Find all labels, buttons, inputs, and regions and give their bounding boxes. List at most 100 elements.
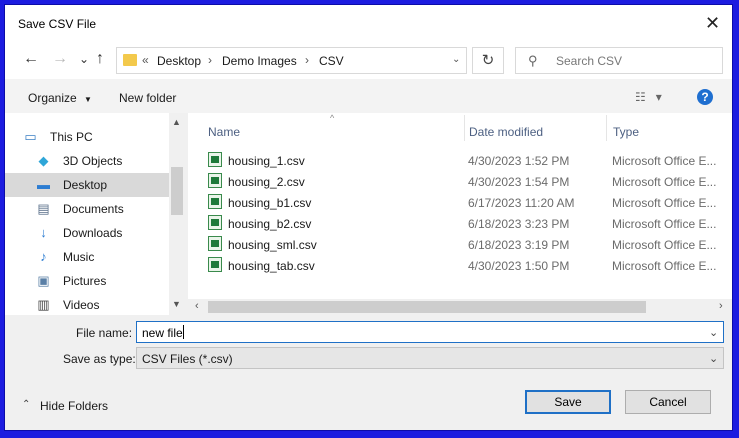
file-date-modified: 4/30/2023 1:50 PM — [468, 259, 570, 273]
sidebar-item-label: Music — [63, 250, 95, 264]
csv-file-icon — [208, 257, 222, 272]
chevron-down-icon[interactable]: ⌄ — [709, 326, 718, 339]
sidebar-item[interactable]: ▬ Desktop — [5, 173, 169, 197]
file-row[interactable]: housing_b2.csv 6/18/2023 3:23 PM Microsoft… — [208, 213, 732, 234]
column-divider[interactable] — [464, 115, 465, 141]
save-as-type-label: Save as type: — [63, 352, 136, 366]
breadcrumb-csv[interactable]: CSV — [319, 54, 344, 68]
sidebar-item-label: Downloads — [63, 226, 123, 240]
cube-icon: ◆ — [38, 153, 49, 168]
file-date-modified: 4/30/2023 1:54 PM — [468, 175, 570, 189]
csv-file-icon — [208, 236, 222, 251]
column-header-type[interactable]: Type — [613, 125, 639, 139]
scrollbar-thumb[interactable] — [208, 301, 646, 313]
file-date-modified: 6/18/2023 3:19 PM — [468, 238, 570, 252]
text-caret — [183, 325, 184, 339]
help-icon[interactable]: ? — [697, 89, 713, 105]
document-icon: ▤ — [37, 201, 50, 216]
scroll-down-icon[interactable]: ▼ — [172, 299, 181, 309]
scroll-right-icon[interactable]: › — [719, 300, 723, 312]
file-row[interactable]: housing_sml.csv 6/18/2023 3:19 PM Microsof… — [208, 234, 732, 255]
file-type: Microsoft Office E... — [612, 259, 717, 273]
refresh-button[interactable]: ↻ — [472, 47, 504, 74]
csv-file-icon — [208, 215, 222, 230]
download-icon: ↓ — [40, 225, 47, 240]
csv-file-icon — [208, 173, 222, 188]
new-folder-button[interactable]: New folder — [119, 91, 176, 105]
sidebar-item-label: This PC — [50, 130, 93, 144]
hide-folders-label: Hide Folders — [40, 399, 109, 413]
file-name-input[interactable]: new file ⌄ — [136, 321, 724, 343]
sort-ascending-icon: ^ — [330, 113, 335, 123]
sidebar-item[interactable]: ▤ Documents — [5, 197, 169, 221]
file-row[interactable]: housing_1.csv 4/30/2023 1:52 PM Microsoft … — [208, 150, 732, 171]
file-type: Microsoft Office E... — [612, 196, 717, 210]
address-overflow-icon[interactable]: « — [142, 53, 149, 67]
sidebar-item[interactable]: ▥ Videos — [5, 293, 169, 317]
sidebar-item-label: Videos — [63, 298, 100, 312]
sidebar-item[interactable]: ▭ This PC — [5, 125, 169, 149]
cancel-button[interactable]: Cancel — [625, 390, 711, 414]
column-divider[interactable] — [606, 115, 607, 141]
sidebar-item[interactable]: ▣ Pictures — [5, 269, 169, 293]
organize-menu-button[interactable]: Organize ▼ — [28, 91, 92, 105]
recent-locations-chevron-icon[interactable]: ⌄ — [79, 51, 89, 67]
folder-icon — [123, 54, 137, 66]
desktop-icon: ▬ — [37, 177, 50, 192]
file-type: Microsoft Office E... — [612, 238, 717, 252]
search-placeholder: Search CSV — [556, 54, 623, 68]
file-list-horizontal-scrollbar[interactable]: ‹ › — [188, 299, 732, 315]
dialog-title: Save CSV File — [18, 17, 97, 31]
search-box[interactable]: ⚲ Search CSV — [515, 47, 723, 74]
chevron-up-icon: ⌃ — [22, 399, 31, 410]
breadcrumb-chevron-icon[interactable]: › — [305, 53, 309, 67]
forward-arrow-icon[interactable]: → — [52, 51, 68, 67]
search-icon: ⚲ — [528, 53, 538, 68]
save-as-type-select[interactable]: CSV Files (*.csv) ⌄ — [136, 347, 724, 369]
nav-scrollbar[interactable]: ▲ ▼ — [169, 113, 185, 315]
breadcrumb-demo-images[interactable]: Demo Images — [222, 54, 297, 68]
chevron-down-icon: ▼ — [84, 95, 92, 104]
file-name: housing_sml.csv — [228, 238, 317, 252]
scroll-left-icon[interactable]: ‹ — [195, 300, 199, 312]
sidebar-item-label: Documents — [63, 202, 124, 216]
save-dialog: Save CSV File ✕ ← → ⌄ ↑ « Desktop › Demo… — [4, 4, 733, 431]
file-date-modified: 4/30/2023 1:52 PM — [468, 154, 570, 168]
chevron-down-icon: ⌄ — [709, 353, 719, 365]
organize-label: Organize — [28, 91, 77, 105]
csv-file-icon — [208, 152, 222, 167]
view-options-icon[interactable]: ☷ ▾ — [635, 90, 662, 104]
file-row[interactable]: housing_2.csv 4/30/2023 1:54 PM Microsoft … — [208, 171, 732, 192]
sidebar-item[interactable]: ♪ Music — [5, 245, 169, 269]
close-icon[interactable]: ✕ — [705, 14, 720, 32]
sidebar-item[interactable]: ◆ 3D Objects — [5, 149, 169, 173]
scrollbar-thumb[interactable] — [171, 167, 183, 215]
file-name: housing_1.csv — [228, 154, 305, 168]
file-row[interactable]: housing_tab.csv 4/30/2023 1:50 PM Microsof… — [208, 255, 732, 276]
address-bar[interactable]: « Desktop › Demo Images › CSV ⌄ — [116, 47, 467, 74]
sidebar-item[interactable]: ↓ Downloads — [5, 221, 169, 245]
save-as-type-value: CSV Files (*.csv) — [142, 352, 233, 366]
video-icon: ▥ — [37, 297, 50, 312]
title-bar: Save CSV File ✕ — [5, 5, 732, 37]
up-arrow-icon[interactable]: ↑ — [96, 51, 104, 67]
file-type: Microsoft Office E... — [612, 175, 717, 189]
file-date-modified: 6/17/2023 11:20 AM — [468, 196, 575, 210]
file-name-value: new file — [142, 326, 183, 340]
back-arrow-icon[interactable]: ← — [23, 51, 39, 67]
navigation-pane: ▭ This PC ◆ 3D Objects ▬ Desktop ▤ Documents ↓ Do… — [5, 113, 185, 315]
save-button[interactable]: Save — [525, 390, 611, 414]
file-name-label: File name: — [76, 326, 133, 340]
refresh-icon: ↻ — [481, 52, 495, 69]
file-row[interactable]: housing_b1.csv 6/17/2023 11:20 AM Microsof… — [208, 192, 732, 213]
breadcrumb-chevron-icon[interactable]: › — [208, 53, 212, 67]
address-dropdown-icon[interactable]: ⌄ — [452, 54, 460, 65]
column-header-name[interactable]: Name — [208, 125, 240, 139]
column-header-date-modified[interactable]: Date modified — [469, 125, 543, 139]
file-name: housing_b1.csv — [228, 196, 312, 210]
file-date-modified: 6/18/2023 3:23 PM — [468, 217, 570, 231]
sidebar-item-label: Pictures — [63, 274, 107, 288]
scroll-up-icon[interactable]: ▲ — [172, 117, 181, 127]
file-list-pane: ^ Name Date modified Type housing_1.csv 4… — [188, 113, 732, 315]
breadcrumb-desktop[interactable]: Desktop — [157, 54, 201, 68]
